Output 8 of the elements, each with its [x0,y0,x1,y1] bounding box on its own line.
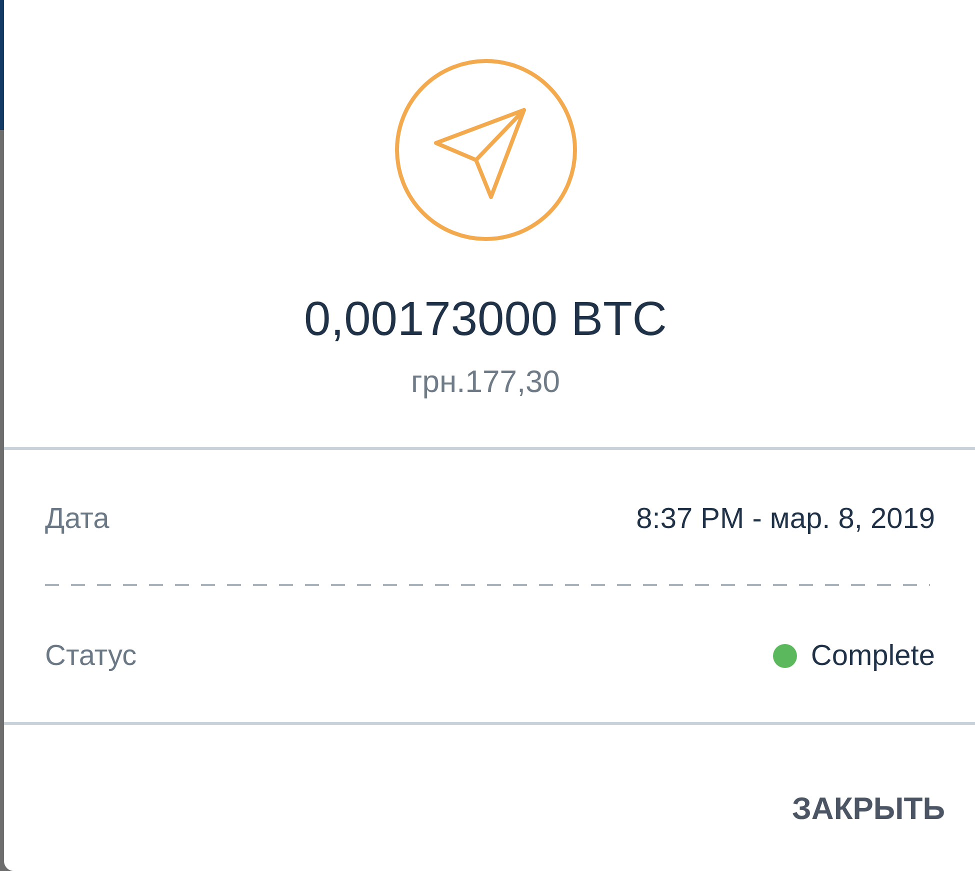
detail-label: Статус [45,639,137,674]
fiat-amount: грн.177,30 [410,363,560,401]
status-value: Complete [810,639,935,674]
detail-label: Дата [45,502,110,537]
close-button[interactable]: ЗАКРЫТЬ [780,781,957,837]
paper-plane-icon [394,58,578,242]
detail-value: 8:37 PM - мар. 8, 2019 [636,502,935,537]
crypto-amount: 0,00173000 BTC [304,292,667,348]
